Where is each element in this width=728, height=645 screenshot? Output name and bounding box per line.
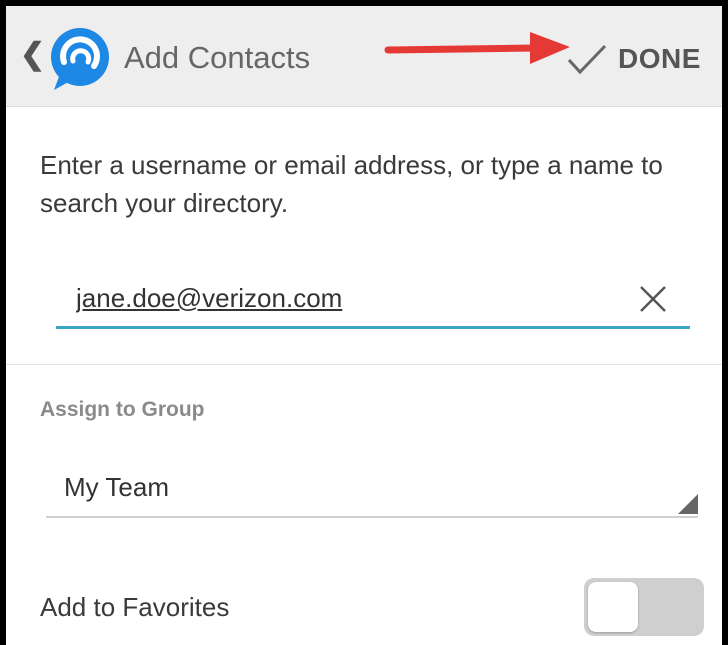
page-title: Add Contacts — [124, 40, 311, 75]
toggle-knob — [588, 582, 638, 632]
annotation-arrow-icon — [384, 32, 570, 64]
check-icon — [567, 44, 607, 75]
favorites-label: Add to Favorites — [40, 592, 230, 622]
favorites-toggle[interactable] — [584, 578, 704, 636]
assign-group-label: Assign to Group — [40, 398, 205, 421]
group-select-value: My Team — [64, 472, 169, 502]
app-bar: ❮ Add Contacts DONE — [6, 6, 722, 107]
app-screen: ❮ Add Contacts DONE Enter a username or … — [6, 6, 722, 645]
chevron-left-icon[interactable]: ❮ — [20, 40, 45, 70]
contact-search-input[interactable] — [76, 278, 616, 318]
done-label: DONE — [618, 43, 701, 74]
section-divider — [6, 364, 722, 365]
instructions-text: Enter a username or email address, or ty… — [40, 150, 663, 218]
chat-bubble-logo-icon — [51, 28, 109, 90]
dropdown-corner-icon — [678, 494, 698, 514]
contact-search-field — [56, 272, 690, 329]
close-icon[interactable] — [636, 282, 670, 316]
group-select[interactable]: My Team — [46, 462, 698, 518]
done-button[interactable]: DONE — [566, 32, 716, 86]
